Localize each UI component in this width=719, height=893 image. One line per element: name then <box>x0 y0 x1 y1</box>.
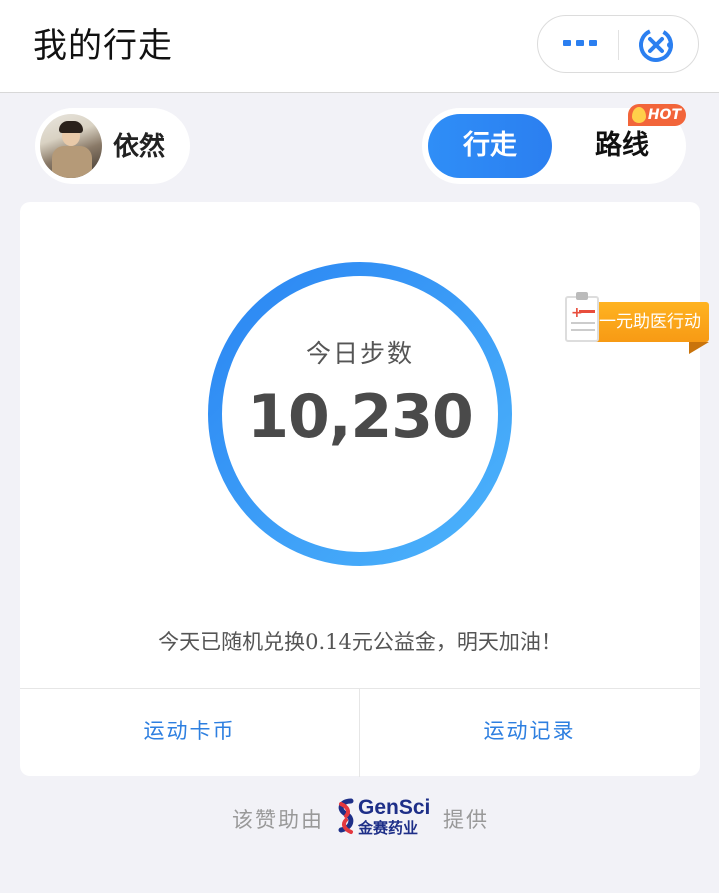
gensci-logo: GenSci 金赛药业 <box>336 796 432 838</box>
close-miniprogram-icon[interactable] <box>637 26 675 64</box>
card-links: 运动卡币 运动记录 <box>20 688 700 777</box>
nav-bar: 我的行走 <box>0 0 719 93</box>
medical-clipboard-icon: + <box>565 292 599 342</box>
sponsor-prefix: 该赞助由 <box>232 808 324 832</box>
sponsor-footer: 该赞助由 GenSci 金赛药业 提供 <box>0 796 719 838</box>
avatar <box>40 114 102 178</box>
ribbon-fold <box>689 342 709 354</box>
hot-badge: HOT <box>628 104 686 126</box>
steps-card: 今日步数 10,230 今天已随机兑换0.14元公益金，明天加油！ 运动卡币 运… <box>20 202 700 777</box>
tab-walk[interactable]: 行走 <box>428 114 552 178</box>
gensci-mark-icon <box>338 798 354 834</box>
sport-coins-link[interactable]: 运动卡币 <box>20 689 359 777</box>
user-profile-pill[interactable]: 依然 <box>35 108 190 184</box>
miniprogram-capsule <box>537 15 699 73</box>
charity-promo-banner[interactable]: 一元助医行动 + <box>565 292 709 356</box>
user-name: 依然 <box>113 132 166 162</box>
flame-icon <box>632 107 646 123</box>
steps-count: 10,230 <box>247 382 474 452</box>
capsule-divider <box>618 30 619 60</box>
sport-records-link[interactable]: 运动记录 <box>360 689 699 777</box>
more-dots-icon[interactable] <box>560 32 600 56</box>
sponsor-brand-cn: 金赛药业 <box>358 820 419 837</box>
promo-label: 一元助医行动 <box>591 302 709 342</box>
hot-badge-label: HOT <box>647 107 681 123</box>
exchange-note: 今天已随机兑换0.14元公益金，明天加油！ <box>158 630 562 654</box>
sponsor-suffix: 提供 <box>443 808 489 832</box>
page-title: 我的行走 <box>33 26 173 66</box>
